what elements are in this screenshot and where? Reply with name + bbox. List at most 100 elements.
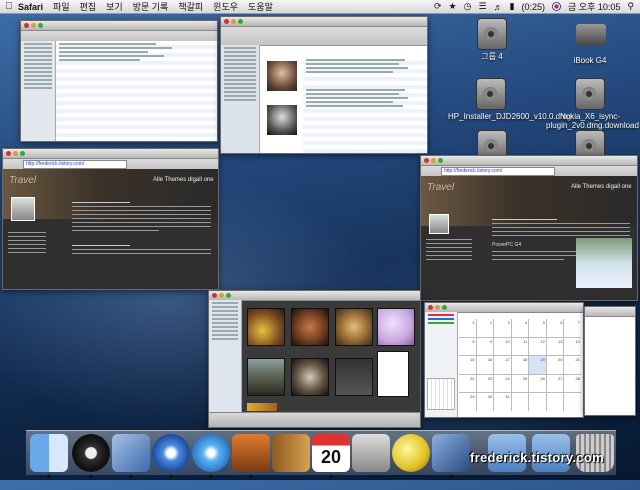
- calendar-day[interactable]: 26: [529, 374, 546, 393]
- mail-icon[interactable]: [112, 434, 150, 472]
- iphoto-window[interactable]: [208, 290, 421, 428]
- menu-help[interactable]: 도움말: [248, 0, 273, 13]
- desktop-icon-ibook[interactable]: iBook G4: [558, 18, 622, 65]
- calendar-day[interactable]: 17: [494, 356, 511, 374]
- photo-thumbnail[interactable]: [291, 308, 329, 346]
- dashboard-icon[interactable]: [72, 434, 110, 472]
- ical-window[interactable]: 1 2 3 4 5 6 7 8 9 10 11 12 13 14 15 16 1…: [424, 302, 584, 418]
- calendar-day[interactable]: 21: [564, 356, 581, 374]
- calendar-day[interactable]: 5: [529, 319, 546, 337]
- month-grid[interactable]: 1 2 3 4 5 6 7 8 9 10 11 12 13 14 15 16 1…: [459, 319, 581, 411]
- desktop-icon-hp-installer[interactable]: HP_Installer_DJD2600_v10.0.dmg: [448, 78, 571, 121]
- itunes-icon[interactable]: [192, 434, 230, 472]
- photo-thumbnail[interactable]: [377, 351, 409, 397]
- calendar-day[interactable]: 22: [459, 374, 476, 393]
- menu-edit[interactable]: 편집: [80, 0, 97, 13]
- photo-thumbnail[interactable]: [247, 358, 285, 396]
- calendar-day[interactable]: 4: [511, 319, 529, 337]
- photo-thumbnail[interactable]: [377, 308, 415, 346]
- menu-history[interactable]: 방문 기록: [133, 0, 169, 13]
- calendar-day[interactable]: 1: [459, 319, 476, 337]
- photo-thumbnail[interactable]: [247, 308, 285, 346]
- window-titlebar[interactable]: [21, 21, 217, 31]
- window-titlebar[interactable]: [585, 307, 635, 317]
- calendar-day[interactable]: 24: [494, 374, 511, 393]
- preview-icon[interactable]: [432, 434, 470, 472]
- blog-page[interactable]: Travel Alle Themes digall one: [3, 169, 218, 289]
- calendar-day[interactable]: 27: [546, 374, 564, 393]
- calendar-day[interactable]: 3: [494, 319, 511, 337]
- blog-page[interactable]: Travel Alle Themes digall one PowerPC G4: [421, 176, 637, 300]
- safari-window-left[interactable]: http://frederick.tistory.com/ Travel All…: [2, 148, 219, 290]
- calendar-day[interactable]: 8: [459, 337, 476, 356]
- calendar-day[interactable]: 18: [511, 356, 529, 374]
- calendar-day[interactable]: 20: [546, 356, 564, 374]
- calendar-day[interactable]: [529, 393, 546, 411]
- calendar-day[interactable]: 10: [494, 337, 511, 356]
- safari-icon[interactable]: [152, 434, 190, 472]
- calendar-day[interactable]: 7: [564, 319, 581, 337]
- calendar-day[interactable]: [564, 393, 581, 411]
- file-list[interactable]: [56, 41, 217, 141]
- apple-menu-icon[interactable]: : [0, 1, 18, 12]
- menu-file[interactable]: 파일: [53, 0, 70, 13]
- menu-view[interactable]: 보기: [106, 0, 123, 13]
- photo-thumbnail[interactable]: [291, 358, 329, 396]
- ichat-icon[interactable]: [392, 434, 430, 472]
- track-list[interactable]: [303, 57, 427, 153]
- itunes-window[interactable]: [220, 16, 428, 154]
- calendar-day[interactable]: 28: [564, 374, 581, 393]
- iphoto-sidebar[interactable]: [209, 300, 242, 412]
- finder-window[interactable]: [20, 20, 218, 142]
- menubar-clock[interactable]: 금 오후 10:05: [568, 0, 620, 13]
- calendar-day[interactable]: 14: [564, 337, 581, 356]
- calendar-day[interactable]: 23: [476, 374, 494, 393]
- finder-sidebar[interactable]: [21, 41, 56, 141]
- calendar-day[interactable]: 2: [476, 319, 494, 337]
- window-titlebar[interactable]: [3, 149, 218, 159]
- time-machine-icon[interactable]: ◷: [464, 1, 472, 12]
- battery-time[interactable]: (0:25): [522, 2, 546, 12]
- finder-icon[interactable]: [30, 434, 68, 472]
- calendar-day[interactable]: 6: [546, 319, 564, 337]
- ical-icon[interactable]: 20: [312, 434, 350, 472]
- itunes-sidebar[interactable]: [221, 45, 260, 153]
- calendar-day[interactable]: 29: [459, 393, 476, 411]
- window-titlebar[interactable]: [221, 17, 427, 27]
- battery-icon[interactable]: ▮: [510, 1, 515, 12]
- calendar-day[interactable]: 19: [529, 356, 546, 374]
- calendar-day[interactable]: [546, 393, 564, 411]
- calendar-day[interactable]: 15: [459, 356, 476, 374]
- window-titlebar[interactable]: [421, 156, 637, 166]
- address-bar[interactable]: http://frederick.tistory.com/: [441, 167, 555, 176]
- calendar-day[interactable]: 30: [476, 393, 494, 411]
- photo-thumbnail[interactable]: [335, 308, 373, 346]
- calendar-list[interactable]: [425, 312, 458, 417]
- safari-window-right[interactable]: http://frederick.tistory.com/ Travel All…: [420, 155, 638, 301]
- iphoto-icon[interactable]: [232, 434, 270, 472]
- calendar-day[interactable]: 31: [494, 393, 511, 411]
- menu-bookmarks[interactable]: 책갈피: [178, 0, 203, 13]
- text-editor-window[interactable]: [584, 306, 636, 416]
- calendar-day[interactable]: [511, 393, 529, 411]
- wifi-icon[interactable]: ☰: [478, 1, 486, 12]
- desktop-icon-group4[interactable]: 그룹 4: [460, 18, 524, 61]
- calendar-day[interactable]: 16: [476, 356, 494, 374]
- calendar-day[interactable]: 11: [511, 337, 529, 356]
- spotlight-icon[interactable]: ⚲: [627, 1, 634, 12]
- calendar-day[interactable]: 12: [529, 337, 546, 356]
- sync-icon[interactable]: ⟳: [434, 1, 442, 12]
- mini-month[interactable]: [427, 378, 455, 410]
- volume-icon[interactable]: ♬: [494, 2, 503, 12]
- desktop-icon-nokia[interactable]: Nokia_X6_isync-plugin_2v0.dmg.download: [546, 78, 639, 130]
- bluetooth-icon[interactable]: ★: [449, 1, 457, 12]
- input-source-flag-icon[interactable]: [552, 2, 562, 11]
- address-book-icon[interactable]: [272, 434, 310, 472]
- address-bar[interactable]: http://frederick.tistory.com/: [23, 160, 127, 169]
- system-preferences-icon[interactable]: [352, 434, 390, 472]
- calendar-day[interactable]: 9: [476, 337, 494, 356]
- calendar-day[interactable]: 13: [546, 337, 564, 356]
- app-menu[interactable]: Safari: [18, 2, 43, 12]
- menu-window[interactable]: 윈도우: [213, 0, 238, 13]
- photo-thumbnail[interactable]: [335, 358, 373, 396]
